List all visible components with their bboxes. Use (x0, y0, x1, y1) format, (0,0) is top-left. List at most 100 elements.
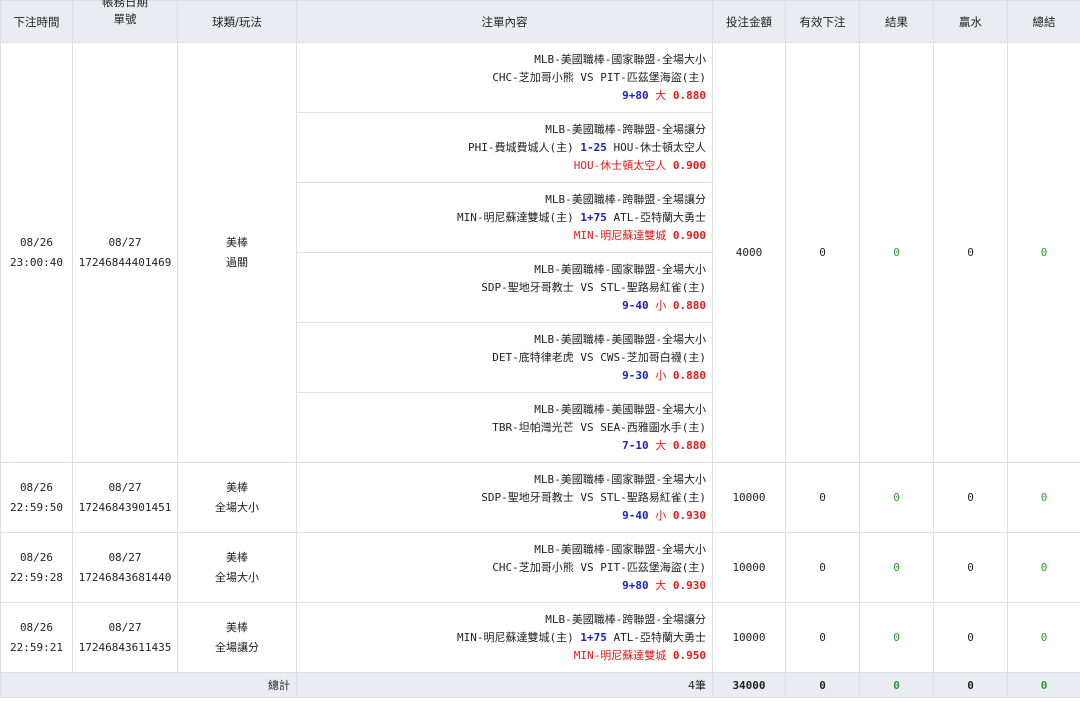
sport-type: 美棒 (226, 620, 248, 634)
pick-line: MIN-明尼蘇達雙城 0.950 (297, 647, 706, 665)
pick-odds: 0.930 (672, 508, 706, 522)
header-result: 結果 (859, 0, 934, 43)
bet-content-cell: MLB-美國職棒-跨聯盟-全場讓分 MIN-明尼蘇達雙城(主) 1+75 ATL-… (296, 602, 713, 673)
pick-odds: 0.900 (672, 158, 706, 172)
pick-side: 大 (655, 438, 667, 452)
footer-valid: 0 (785, 672, 860, 698)
bet-amount: 4000 (712, 42, 786, 463)
sport-cell: 美棒 全場大小 (177, 532, 297, 603)
account-date: 08/27 (108, 550, 142, 564)
account-cell: 08/27 17246843681440 (72, 532, 178, 603)
header-account-date-label: 帳務日期 (102, 0, 148, 9)
table-row: 08/26 22:59:28 08/27 17246843681440 美棒 全場大小 ML… (0, 532, 1080, 603)
total-value: 0 (1007, 532, 1080, 603)
league-line: MLB-美國職棒-美國聯盟-全場大小 (534, 402, 706, 416)
result-value: 0 (859, 42, 934, 463)
match-line: DET-底特律老虎 VS CWS-芝加哥白襪(主) (297, 349, 706, 367)
win-value: 0 (933, 532, 1008, 603)
match-pre: CHC-芝加哥小熊 VS PIT-匹茲堡海盜(主) (492, 560, 706, 574)
table-body: 08/26 23:00:40 08/27 17246844401469 美棒 過關 MLB-… (0, 42, 1080, 673)
valid-bet: 0 (785, 602, 860, 673)
handicap-line: 1-25 (580, 140, 607, 154)
bet-content-cell: MLB-美國職棒-國家聯盟-全場大小 SDP-聖地牙哥教士 VS STL-聖路易紅… (296, 462, 713, 533)
valid-bet: 0 (785, 532, 860, 603)
bet-time: 23:00:40 (10, 255, 63, 269)
header-bet-time: 下注時間 (0, 0, 73, 43)
match-pre: MIN-明尼蘇達雙城(主) (457, 630, 581, 644)
sport-cell: 美棒 全場讓分 (177, 602, 297, 673)
total-value: 0 (1007, 42, 1080, 463)
header-order-no-label: 單號 (113, 12, 137, 26)
pick-line: 7-10 大 0.880 (297, 437, 706, 455)
match-pre: TBR-坦帕灣光芒 VS SEA-西雅圖水手(主) (492, 420, 706, 434)
bet-amount: 10000 (712, 462, 786, 533)
table-row: 08/26 23:00:40 08/27 17246844401469 美棒 過關 MLB-… (0, 42, 1080, 463)
match-pre: PHI-費城費城人(主) (468, 140, 581, 154)
pick-line: 9+80 大 0.930 (297, 577, 706, 595)
match-line: TBR-坦帕灣光芒 VS SEA-西雅圖水手(主) (297, 419, 706, 437)
bet-content-cell: MLB-美國職棒-美國聯盟-全場大小 TBR-坦帕灣光芒 VS SEA-西雅圖水手… (296, 392, 713, 463)
valid-bet: 0 (785, 42, 860, 463)
valid-bet: 0 (785, 462, 860, 533)
league-line: MLB-美國職棒-跨聯盟-全場讓分 (545, 612, 706, 626)
order-number: 17246843901451 (78, 500, 172, 514)
footer-result: 0 (859, 672, 934, 698)
match-post: ATL-亞特蘭大勇士 (606, 630, 706, 644)
bet-date: 08/26 (19, 480, 54, 494)
pick-odds: 0.880 (672, 438, 706, 452)
order-number: 17246843611435 (78, 640, 172, 654)
bet-date: 08/26 (19, 235, 54, 249)
league-line: MLB-美國職棒-跨聯盟-全場讓分 (545, 122, 706, 136)
pick-odds: 0.880 (672, 368, 706, 382)
bet-time: 22:59:50 (10, 500, 63, 514)
sport-type: 美棒 (226, 235, 248, 249)
table-header-row: 下注時間 帳務日期 單號 球類/玩法 注單內容 投注金額 有效下注 結果 贏水 … (0, 0, 1080, 43)
pick-line-value: 9-30 (622, 368, 649, 382)
match-line: CHC-芝加哥小熊 VS PIT-匹茲堡海盜(主) (297, 559, 706, 577)
bet-time: 22:59:21 (10, 640, 63, 654)
pick-side: MIN-明尼蘇達雙城 (573, 648, 667, 662)
bet-time-cell: 08/26 22:59:21 (0, 602, 73, 673)
footer-total: 0 (1007, 672, 1080, 698)
order-number: 17246843681440 (78, 570, 172, 584)
pick-line-value: 7-10 (622, 438, 649, 452)
sport-type: 美棒 (226, 550, 248, 564)
bet-date: 08/26 (19, 550, 54, 564)
pick-side: HOU-休士頓太空人 (573, 158, 667, 172)
bet-amount: 10000 (712, 602, 786, 673)
bet-amount: 10000 (712, 532, 786, 603)
match-pre: MIN-明尼蘇達雙城(主) (457, 210, 581, 224)
bet-content-cell: MLB-美國職棒-國家聯盟-全場大小 CHC-芝加哥小熊 VS PIT-匹茲堡海盜… (296, 532, 713, 603)
pick-odds: 0.880 (672, 298, 706, 312)
league-line: MLB-美國職棒-美國聯盟-全場大小 (534, 332, 706, 346)
pick-line-value: 9+80 (622, 578, 649, 592)
bet-content-cell: MLB-美國職棒-跨聯盟-全場讓分 PHI-費城費城人(主) 1-25 HOU-休… (296, 112, 713, 183)
win-value: 0 (933, 602, 1008, 673)
pick-line: MIN-明尼蘇達雙城 0.900 (297, 227, 706, 245)
play-type: 全場讓分 (215, 640, 259, 654)
pick-side: 大 (655, 578, 667, 592)
header-win: 贏水 (933, 0, 1008, 43)
bet-date: 08/26 (19, 620, 54, 634)
league-line: MLB-美國職棒-國家聯盟-全場大小 (534, 472, 706, 486)
pick-odds: 0.900 (672, 228, 706, 242)
pick-line: 9-40 小 0.880 (297, 297, 706, 315)
league-line: MLB-美國職棒-國家聯盟-全場大小 (534, 52, 706, 66)
match-line: SDP-聖地牙哥教士 VS STL-聖路易紅雀(主) (297, 279, 706, 297)
bet-content-cell: MLB-美國職棒-國家聯盟-全場大小 CHC-芝加哥小熊 VS PIT-匹茲堡海盜… (296, 42, 713, 113)
bet-time-cell: 08/26 22:59:28 (0, 532, 73, 603)
pick-line-value: 9+80 (622, 88, 649, 102)
result-value: 0 (859, 602, 934, 673)
bet-time-cell: 08/26 22:59:50 (0, 462, 73, 533)
total-value: 0 (1007, 602, 1080, 673)
header-content: 注單內容 (296, 0, 713, 43)
match-line: MIN-明尼蘇達雙城(主) 1+75 ATL-亞特蘭大勇士 (297, 209, 706, 227)
table-footer-row: 總計 4筆 34000 0 0 0 0 (0, 672, 1080, 698)
account-cell: 08/27 17246843901451 (72, 462, 178, 533)
pick-odds: 0.950 (672, 648, 706, 662)
pick-line: 9-40 小 0.930 (297, 507, 706, 525)
header-account-date: 帳務日期 單號 (72, 0, 178, 43)
match-pre: SDP-聖地牙哥教士 VS STL-聖路易紅雀(主) (481, 280, 706, 294)
total-value: 0 (1007, 462, 1080, 533)
pick-odds: 0.880 (672, 88, 706, 102)
